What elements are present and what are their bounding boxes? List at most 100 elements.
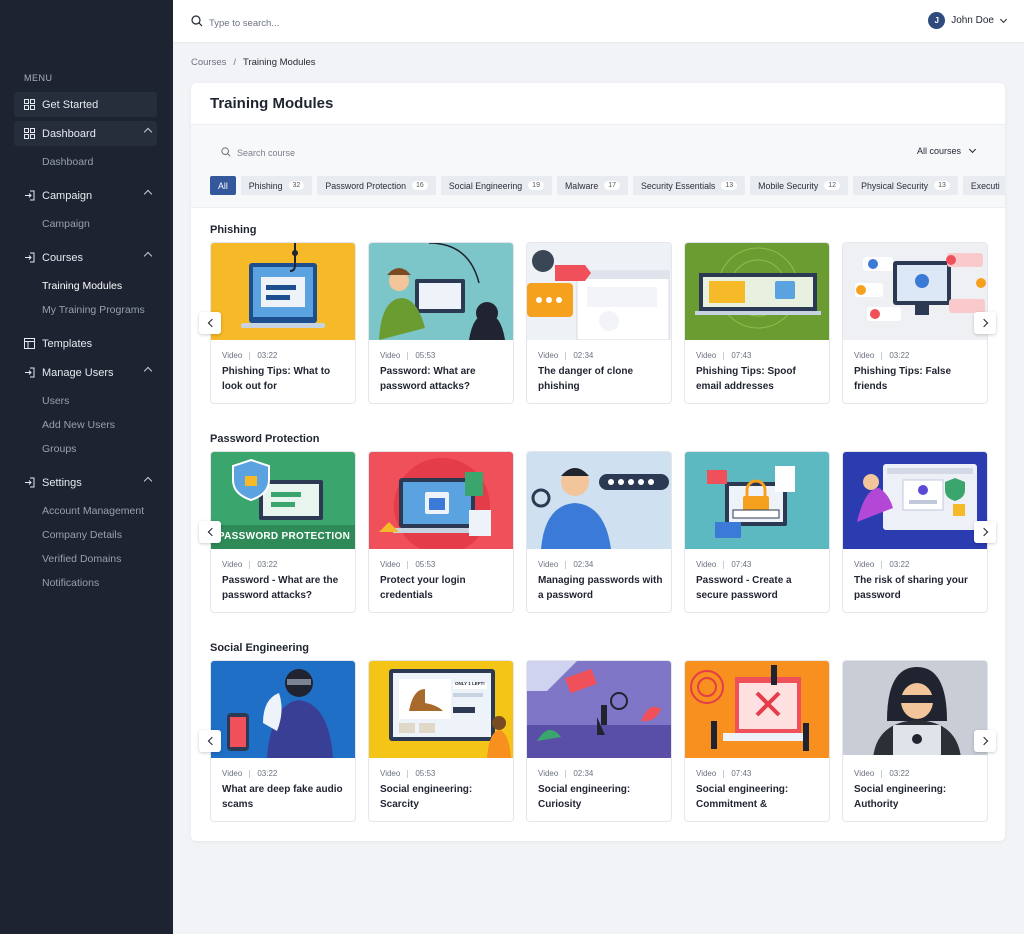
sidebar-sub-groups[interactable]: Groups [0, 437, 173, 461]
course-card[interactable]: Video 02:34 Managing passwords with a pas… [526, 451, 672, 613]
course-card[interactable]: Video 05:53 Password: What are password a… [368, 242, 514, 404]
sidebar-item-manage-users[interactable]: Manage Users [14, 360, 157, 385]
global-search[interactable]: Type to search... [191, 14, 279, 32]
card-row: Video 03:22 Phishing Tips: What to look o… [210, 242, 1000, 404]
chevron-left-icon [207, 527, 216, 537]
course-card[interactable]: Video 07:43 Social engineering: Commitmen… [684, 660, 830, 822]
sidebar-sub-training-modules[interactable]: Training Modules [0, 274, 173, 298]
card-meta: Video 02:34 [538, 351, 593, 360]
thumbnail-badge-text: ONLY 1 LEFT! [455, 681, 485, 686]
course-card[interactable]: Video 05:53 Protect your login credential… [368, 451, 514, 613]
course-thumbnail: PASSWORD PROTECTION [211, 452, 355, 549]
card-duration: 03:22 [889, 769, 910, 778]
course-card[interactable]: Video 03:22 Phishing Tips: False friends [842, 242, 988, 404]
sidebar-sub-my-training-programs[interactable]: My Training Programs [0, 298, 173, 322]
card-row: Video 03:22 What are deep fake audio scam… [210, 660, 1000, 822]
chip-malware[interactable]: Malware 17 [556, 176, 629, 195]
sidebar-item-templates[interactable]: Templates [14, 331, 157, 356]
sidebar: MENU Get Started Dashboard Dashboard Cam… [0, 0, 173, 934]
chip-executive[interactable]: Executi [962, 176, 1005, 195]
card-type: Video [222, 351, 243, 360]
course-card[interactable]: PASSWORD PROTECTION Video 03:22 Password … [210, 451, 356, 613]
card-title: What are deep fake audio scams [222, 784, 343, 810]
card-duration: 05:53 [415, 560, 436, 569]
chevron-up-icon [143, 189, 153, 199]
sidebar-item-get-started[interactable]: Get Started [14, 92, 157, 117]
sidebar-item-dashboard[interactable]: Dashboard [14, 121, 157, 146]
carousel-next-button[interactable] [974, 730, 996, 752]
course-thumbnail [211, 243, 355, 340]
course-card[interactable]: Video 03:22 What are deep fake audio scam… [210, 660, 356, 822]
carousel-prev-button[interactable] [199, 730, 221, 752]
course-card[interactable]: Video 03:22 Phishing Tips: What to look o… [210, 242, 356, 404]
search-icon [191, 14, 203, 32]
chip-all[interactable]: All [210, 176, 236, 195]
sidebar-item-settings[interactable]: Settings [14, 470, 157, 495]
sidebar-sub-account-management[interactable]: Account Management [0, 499, 173, 523]
card-title: Protect your login credentials [380, 575, 466, 601]
chip-password-protection[interactable]: Password Protection 16 [317, 176, 436, 195]
card-duration: 05:53 [415, 769, 436, 778]
sidebar-item-label: Courses [42, 251, 83, 264]
course-card[interactable]: Video 03:22 Social engineering: Authority [842, 660, 988, 822]
carousel-prev-button[interactable] [199, 521, 221, 543]
card-row: PASSWORD PROTECTION Video 03:22 Password … [210, 451, 1000, 613]
filter-toolbar: Search course All courses All Phishing 32… [191, 124, 1005, 208]
course-card[interactable]: Video 02:34 Social engineering: Curiosity [526, 660, 672, 822]
course-card[interactable]: Video 03:22 The risk of sharing your pass… [842, 451, 988, 613]
course-search-placeholder[interactable]: Search course [237, 148, 295, 158]
card-meta: Video 03:22 [854, 351, 909, 360]
login-icon [24, 190, 35, 201]
card-meta: Video 03:22 [854, 769, 909, 778]
chip-physical-security[interactable]: Physical Security 13 [853, 176, 958, 195]
card-duration: 02:34 [573, 769, 594, 778]
category-chips: All Phishing 32 Password Protection 16 Soc… [210, 176, 1005, 195]
card-meta: Video 07:43 [696, 560, 751, 569]
sidebar-item-courses[interactable]: Courses [14, 245, 157, 270]
sidebar-item-label: Get Started [42, 98, 99, 111]
sidebar-sub-add-new-users[interactable]: Add New Users [0, 413, 173, 437]
card-duration: 03:22 [889, 560, 910, 569]
search-placeholder[interactable]: Type to search... [209, 18, 279, 29]
chip-mobile-security[interactable]: Mobile Security 12 [750, 176, 849, 195]
breadcrumb-separator: / [233, 57, 237, 68]
sidebar-sub-campaign[interactable]: Campaign [0, 212, 173, 236]
chip-phishing[interactable]: Phishing 32 [240, 176, 313, 195]
menu-label: MENU [24, 73, 53, 83]
breadcrumb-root[interactable]: Courses [191, 57, 226, 68]
card-title: Phishing Tips: What to look out for [222, 366, 331, 392]
user-menu[interactable]: J John Doe [928, 12, 1008, 29]
card-duration: 05:53 [415, 351, 436, 360]
thumbnail-banner-text: PASSWORD PROTECTION [217, 531, 351, 542]
sidebar-sub-notifications[interactable]: Notifications [0, 571, 173, 595]
card-title: Social engineering: Authority [854, 784, 947, 810]
sidebar-sub-company-details[interactable]: Company Details [0, 523, 173, 547]
search-icon [221, 144, 231, 162]
section-title: Social Engineering [210, 642, 310, 654]
course-thumbnail [369, 452, 513, 549]
card-type: Video [538, 560, 559, 569]
sidebar-sub-verified-domains[interactable]: Verified Domains [0, 547, 173, 571]
carousel-next-button[interactable] [974, 312, 996, 334]
course-card[interactable]: ONLY 1 LEFT! Video 05:53 Social engineeri… [368, 660, 514, 822]
course-card[interactable]: Video 07:43 Password - Create a secure pa… [684, 451, 830, 613]
course-card[interactable]: Video 02:34 The danger of clone phishing [526, 242, 672, 404]
card-type: Video [696, 351, 717, 360]
course-search-input[interactable]: Search course [221, 144, 295, 162]
carousel-prev-button[interactable] [199, 312, 221, 334]
carousel-next-button[interactable] [974, 521, 996, 543]
card-meta: Video 07:43 [696, 769, 751, 778]
chip-count: 17 [604, 181, 621, 190]
course-card[interactable]: Video 07:43 Phishing Tips: Spoof email ad… [684, 242, 830, 404]
user-name: John Doe [951, 15, 994, 26]
all-courses-dropdown[interactable]: All courses [917, 145, 977, 156]
chip-security-essentials[interactable]: Security Essentials 13 [633, 176, 746, 195]
card-title: Password: What are password attacks? [380, 366, 476, 392]
sidebar-item-campaign[interactable]: Campaign [14, 183, 157, 208]
login-icon [24, 367, 35, 378]
sidebar-sub-users[interactable]: Users [0, 389, 173, 413]
sidebar-nav: Get Started Dashboard Dashboard Campaign… [0, 92, 173, 595]
chevron-right-icon [979, 527, 988, 537]
chip-social-engineering[interactable]: Social Engineering 19 [440, 176, 552, 195]
sidebar-sub-dashboard[interactable]: Dashboard [0, 150, 173, 174]
